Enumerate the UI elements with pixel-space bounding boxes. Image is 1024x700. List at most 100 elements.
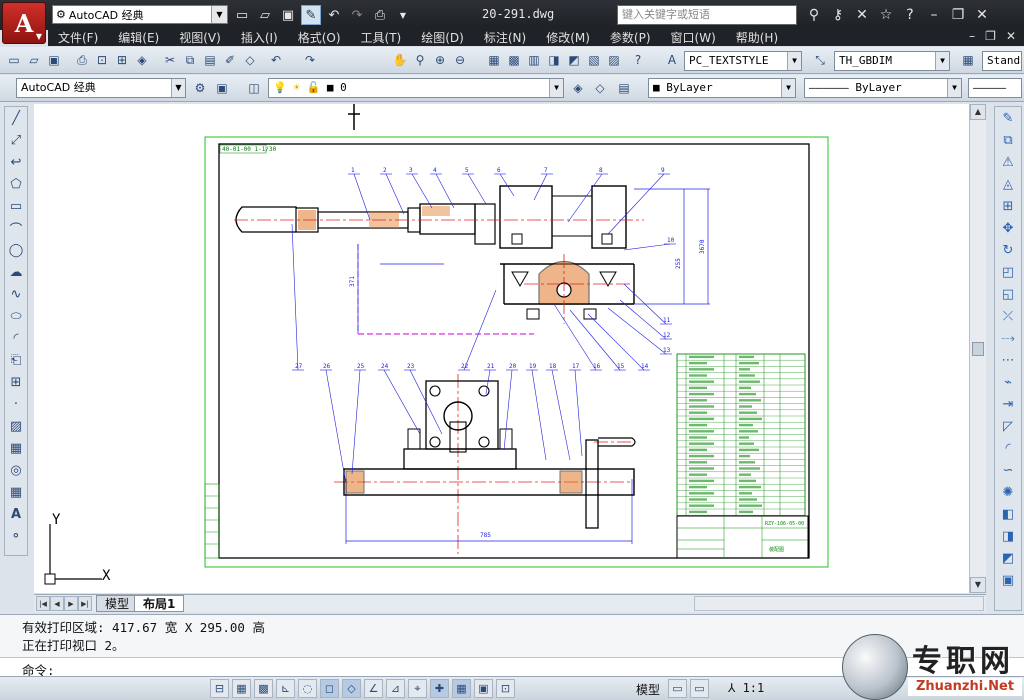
zoom-previous-icon[interactable]: ⊖ — [450, 50, 470, 70]
tab-model[interactable]: 模型 — [96, 595, 139, 612]
snap-mode-icon[interactable]: ▦ — [232, 679, 251, 698]
model-space-label[interactable]: 模型 — [636, 681, 660, 698]
menu-item-0[interactable]: 文件(F) — [48, 29, 108, 46]
zoom-realtime-icon[interactable]: ⚲ — [410, 50, 430, 70]
quick-view-drawings-icon[interactable]: ▭ — [690, 679, 709, 698]
markup-icon[interactable]: ◩ — [564, 50, 584, 70]
layer-manager-icon[interactable]: ◫ — [244, 78, 264, 98]
3d-dwf-icon[interactable]: ◈ — [132, 50, 152, 70]
dim-style-icon[interactable]: ⤡ — [810, 50, 830, 70]
lineweight-select[interactable]: ————— — [968, 78, 1022, 98]
grid-display-icon[interactable]: ▩ — [254, 679, 273, 698]
point-icon[interactable]: · — [5, 393, 27, 415]
object-snap-icon[interactable]: ◻ — [320, 679, 339, 698]
menu-item-9[interactable]: 参数(P) — [600, 29, 661, 46]
revision-cloud-icon[interactable]: ☁ — [5, 261, 27, 283]
ellipse-icon[interactable]: ⬭ — [5, 305, 27, 327]
workspace-save-icon[interactable]: ▣ — [212, 78, 232, 98]
extend-icon[interactable]: ⤏ — [995, 327, 1021, 349]
move-icon[interactable]: ✥ — [995, 217, 1021, 239]
add-selected-icon[interactable]: ⚬ — [5, 525, 27, 547]
break-at-point-icon[interactable]: ⋯ — [995, 349, 1021, 371]
spline-icon[interactable]: ∿ — [5, 283, 27, 305]
object-snap-tracking-icon[interactable]: ∠ — [364, 679, 383, 698]
fillet-icon[interactable]: ◜ — [995, 437, 1021, 459]
quickcalc-icon[interactable]: ▧ — [584, 50, 604, 70]
dim-style-select[interactable]: TH_GBDIM ▼ — [834, 51, 950, 71]
properties-icon[interactable]: ▦ — [484, 50, 504, 70]
drawing-canvas[interactable]: 40-01-00 1-1/30 255 3670 785 371 1 2 3 4… — [34, 104, 969, 593]
color-select[interactable]: ■ ByLayer ▼ — [648, 78, 796, 98]
first-tab-icon[interactable]: |◀ — [36, 596, 50, 611]
make-layer-current-icon[interactable]: ◈ — [568, 78, 588, 98]
draw-order-icon[interactable]: ◧ — [995, 503, 1021, 525]
selection-cycling-icon[interactable]: ⊡ — [496, 679, 515, 698]
next-tab-icon[interactable]: ▶ — [64, 596, 78, 611]
menu-item-11[interactable]: 帮助(H) — [726, 29, 788, 46]
ortho-mode-icon[interactable]: ⊾ — [276, 679, 295, 698]
minimize-icon[interactable]: – — [924, 5, 944, 25]
bring-front-icon[interactable]: ◨ — [995, 525, 1021, 547]
annotation-scale[interactable]: ⅄ 1:1 — [728, 681, 764, 695]
lineweight-icon[interactable]: ✚ — [430, 679, 449, 698]
scroll-down-icon[interactable]: ▼ — [970, 577, 986, 593]
polyline-icon[interactable]: ↩ — [5, 151, 27, 173]
restore-icon[interactable]: ❐ — [985, 29, 996, 43]
key-icon[interactable]: ⚷ — [828, 5, 848, 25]
zoom-window-icon[interactable]: ⊕ — [430, 50, 450, 70]
application-menu-button[interactable]: A ▼ — [2, 2, 46, 44]
workspace-select[interactable]: ⚙ AutoCAD 经典 ▼ — [52, 5, 228, 24]
arc-icon[interactable]: ⌒ — [5, 217, 27, 239]
text-style-icon[interactable]: A — [662, 50, 682, 70]
polar-tracking-icon[interactable]: ◌ — [298, 679, 317, 698]
close-icon[interactable]: ✕ — [1006, 29, 1016, 43]
design-center-icon[interactable]: ▩ — [504, 50, 524, 70]
plot-preview-icon[interactable]: ⊡ — [92, 50, 112, 70]
break-icon[interactable]: ⌁ — [995, 371, 1021, 393]
ellipse-arc-icon[interactable]: ◜ — [5, 327, 27, 349]
undo-icon[interactable]: ↶ — [266, 50, 286, 70]
undo-icon[interactable]: ↶ — [324, 5, 344, 25]
paste-icon[interactable]: ▤ — [200, 50, 220, 70]
help-icon[interactable]: ? — [900, 5, 920, 25]
menu-item-5[interactable]: 工具(T) — [351, 29, 412, 46]
chamfer-icon[interactable]: ◸ — [995, 415, 1021, 437]
erase-icon[interactable]: ✎ — [995, 107, 1021, 129]
rectangle-icon[interactable]: ▭ — [5, 195, 27, 217]
blend-curves-icon[interactable]: ∽ — [995, 459, 1021, 481]
send-back-icon[interactable]: ◩ — [995, 547, 1021, 569]
table-icon[interactable]: ▦ — [5, 481, 27, 503]
layer-select[interactable]: 💡 ☀ 🔓 ■ 0 ▼ — [268, 78, 564, 98]
restore-icon[interactable]: ❐ — [948, 5, 968, 25]
plot-icon[interactable]: ⎙ — [72, 50, 92, 70]
region-icon[interactable]: ◎ — [5, 459, 27, 481]
linetype-select[interactable]: —————— ByLayer ▼ — [804, 78, 962, 98]
quick-view-layouts-icon[interactable]: ▭ — [668, 679, 687, 698]
scale-icon[interactable]: ◰ — [995, 261, 1021, 283]
join-icon[interactable]: ⇥ — [995, 393, 1021, 415]
menu-item-6[interactable]: 绘图(D) — [411, 29, 474, 46]
make-block-icon[interactable]: ⊞ — [5, 371, 27, 393]
redo-icon[interactable]: ↷ — [347, 5, 367, 25]
explode-icon[interactable]: ✺ — [995, 481, 1021, 503]
multiline-text-icon[interactable]: A — [5, 503, 27, 525]
layer-previous-icon[interactable]: ◇ — [590, 78, 610, 98]
allow-ucs-icon[interactable]: ⊿ — [386, 679, 405, 698]
dynamic-input-icon[interactable]: ⌖ — [408, 679, 427, 698]
plot-icon[interactable]: ⎙ — [370, 5, 390, 25]
copy-object-icon[interactable]: ⧉ — [995, 129, 1021, 151]
pan-icon[interactable]: ✋ — [390, 50, 410, 70]
array-icon[interactable]: ⊞ — [995, 195, 1021, 217]
minimize-icon[interactable]: – — [969, 29, 975, 43]
close-icon[interactable]: ✕ — [972, 5, 992, 25]
menu-item-10[interactable]: 窗口(W) — [661, 29, 726, 46]
new-icon[interactable]: ▭ — [4, 50, 24, 70]
search-input[interactable]: 键入关键字或短语 — [617, 5, 797, 25]
stretch-icon[interactable]: ◱ — [995, 283, 1021, 305]
insert-block-icon[interactable]: ⎗ — [5, 349, 27, 371]
rotate-icon[interactable]: ↻ — [995, 239, 1021, 261]
last-tab-icon[interactable]: ▶| — [78, 596, 92, 611]
open-icon[interactable]: ▱ — [24, 50, 44, 70]
prev-tab-icon[interactable]: ◀ — [50, 596, 64, 611]
menu-item-7[interactable]: 标注(N) — [474, 29, 536, 46]
